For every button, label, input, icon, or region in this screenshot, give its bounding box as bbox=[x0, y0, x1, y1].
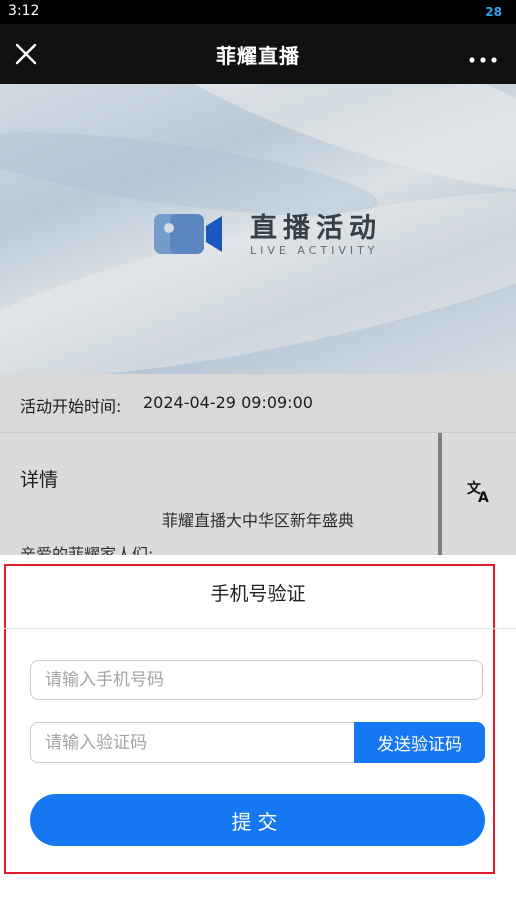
status-time: 3:12 bbox=[8, 3, 40, 19]
modal-backdrop[interactable] bbox=[0, 84, 516, 555]
sheet-title: 手机号验证 bbox=[210, 583, 306, 605]
top-bar: 菲耀直播 bbox=[0, 24, 516, 84]
page-title: 菲耀直播 bbox=[216, 44, 300, 68]
phone-verification-sheet: 手机号验证 发送验证码 提交 bbox=[0, 555, 516, 916]
submit-button[interactable]: 提交 bbox=[30, 794, 485, 846]
more-horizontal-icon bbox=[469, 57, 497, 63]
battery-level: 28 bbox=[485, 5, 502, 19]
divider bbox=[4, 628, 516, 629]
verification-code-input[interactable] bbox=[30, 722, 356, 763]
send-code-button[interactable]: 发送验证码 bbox=[354, 722, 485, 763]
phone-input[interactable] bbox=[30, 660, 483, 700]
status-bar: 3:12 28 bbox=[0, 0, 516, 24]
more-button[interactable] bbox=[468, 50, 498, 63]
